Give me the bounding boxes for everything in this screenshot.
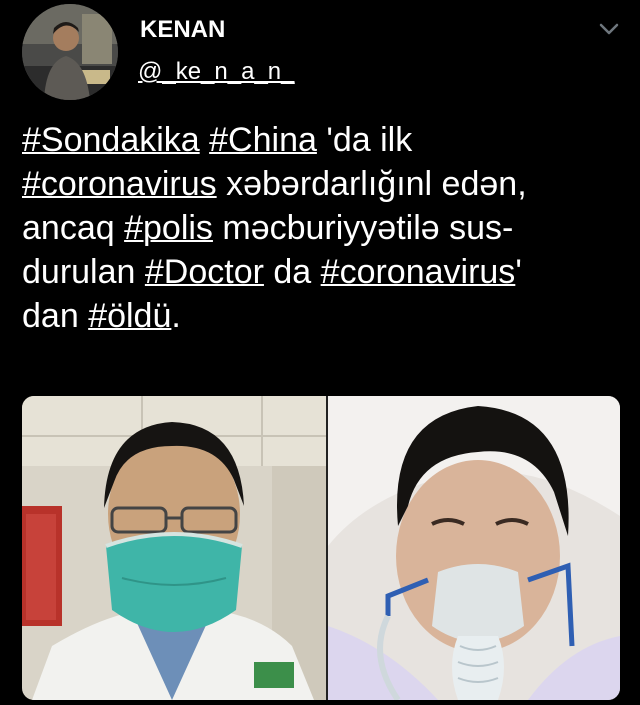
tweet-text-segment — [200, 121, 209, 159]
tweet-media[interactable] — [22, 396, 620, 700]
hashtag-link[interactable]: #polis — [124, 209, 213, 247]
tweet-text-segment: məcburiyyətilə sus- — [212, 209, 514, 247]
avatar-image — [22, 4, 118, 100]
tweet-text-segment: xəbərdarlığınl edən, — [216, 165, 527, 203]
tweet-text-line: #Sondakika #China 'da ilk — [22, 118, 620, 162]
tweet-text-line: dan #öldü. — [22, 294, 620, 338]
hashtag-link[interactable]: #öldü — [88, 297, 171, 335]
hashtag-link[interactable]: #Doctor — [145, 253, 264, 291]
tweet-text-segment: ' — [515, 253, 522, 291]
tweet-text-segment: da — [263, 253, 321, 291]
tweet-text-line: durulan #Doctor da #coronavirus' — [22, 250, 620, 294]
tweet-text: #Sondakika #China 'da ilk #coronavirus xə… — [22, 118, 620, 338]
tweet-text-segment: dan — [22, 297, 89, 335]
tweet-text-segment: durulan — [22, 253, 145, 291]
photo-doctor-in-mask[interactable] — [22, 396, 326, 700]
avatar[interactable] — [22, 4, 118, 100]
hashtag-link[interactable]: #coronavirus — [22, 165, 217, 203]
chevron-down-icon[interactable] — [598, 20, 620, 38]
tweet-text-segment: 'da ilk — [316, 121, 413, 159]
hashtag-link[interactable]: #coronavirus — [321, 253, 516, 291]
tweet-text-line: ancaq #polis məcburiyyətilə sus- — [22, 206, 620, 250]
tweet-text-segment: ancaq — [22, 209, 125, 247]
user-handle[interactable]: @_ke_n_a_n_ — [138, 58, 295, 86]
tweet-text-line: #coronavirus xəbərdarlığınl edən, — [22, 162, 620, 206]
tweet-text-segment: . — [171, 297, 181, 335]
hashtag-link[interactable]: #China — [209, 121, 317, 159]
hashtag-link[interactable]: #Sondakika — [22, 121, 200, 159]
photo-doctor-in-hospital-bed[interactable] — [328, 396, 620, 700]
display-name[interactable]: KENAN — [140, 16, 225, 44]
